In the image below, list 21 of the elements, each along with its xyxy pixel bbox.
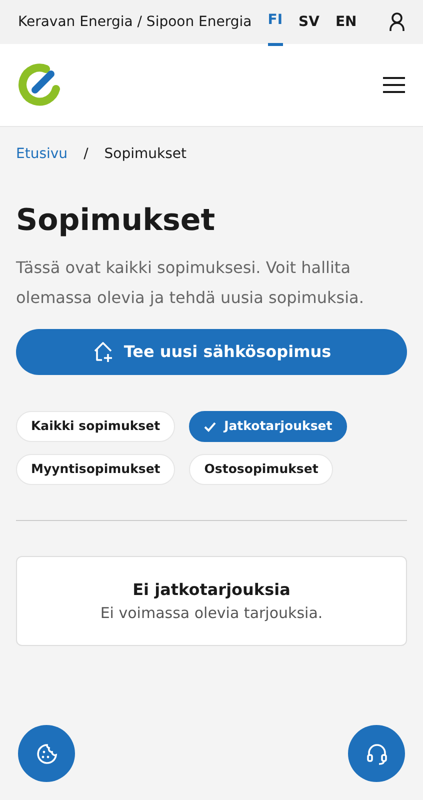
- logo-icon[interactable]: [18, 63, 62, 107]
- user-icon[interactable]: [389, 12, 405, 32]
- menu-icon[interactable]: [383, 77, 405, 93]
- new-contract-button[interactable]: Tee uusi sähkösopimus: [16, 329, 407, 375]
- cookie-icon: [36, 742, 58, 764]
- breadcrumb-link[interactable]: Etusivu: [16, 144, 68, 165]
- site-name: Keravan Energia / Sipoon Energia: [18, 12, 252, 32]
- breadcrumb-separator: /: [84, 145, 88, 164]
- headset-icon: [366, 742, 388, 766]
- filter-chip[interactable]: Myyntisopimukset: [16, 454, 176, 485]
- language-link[interactable]: SV: [298, 0, 320, 44]
- empty-state-text: Ei voimassa olevia tarjouksia.: [100, 602, 323, 624]
- page-title: Sopimukset: [16, 203, 216, 239]
- breadcrumb-current: Sopimukset: [104, 145, 187, 164]
- empty-state-title: Ei jatkotarjouksia: [132, 578, 290, 601]
- language-link[interactable]: EN: [335, 0, 357, 44]
- filter-chip[interactable]: Kaikki sopimukset: [16, 411, 176, 442]
- filter-chip[interactable]: Ostosopimukset: [189, 454, 334, 485]
- filter-chip[interactable]: Jatkotarjoukset: [189, 411, 348, 442]
- page-description: Tässä ovat kaikki sopimuksesi. Voit hallita olemassa olevia ja tehdä uusia sopimuksia.: [16, 257, 365, 309]
- check-icon: [204, 422, 216, 432]
